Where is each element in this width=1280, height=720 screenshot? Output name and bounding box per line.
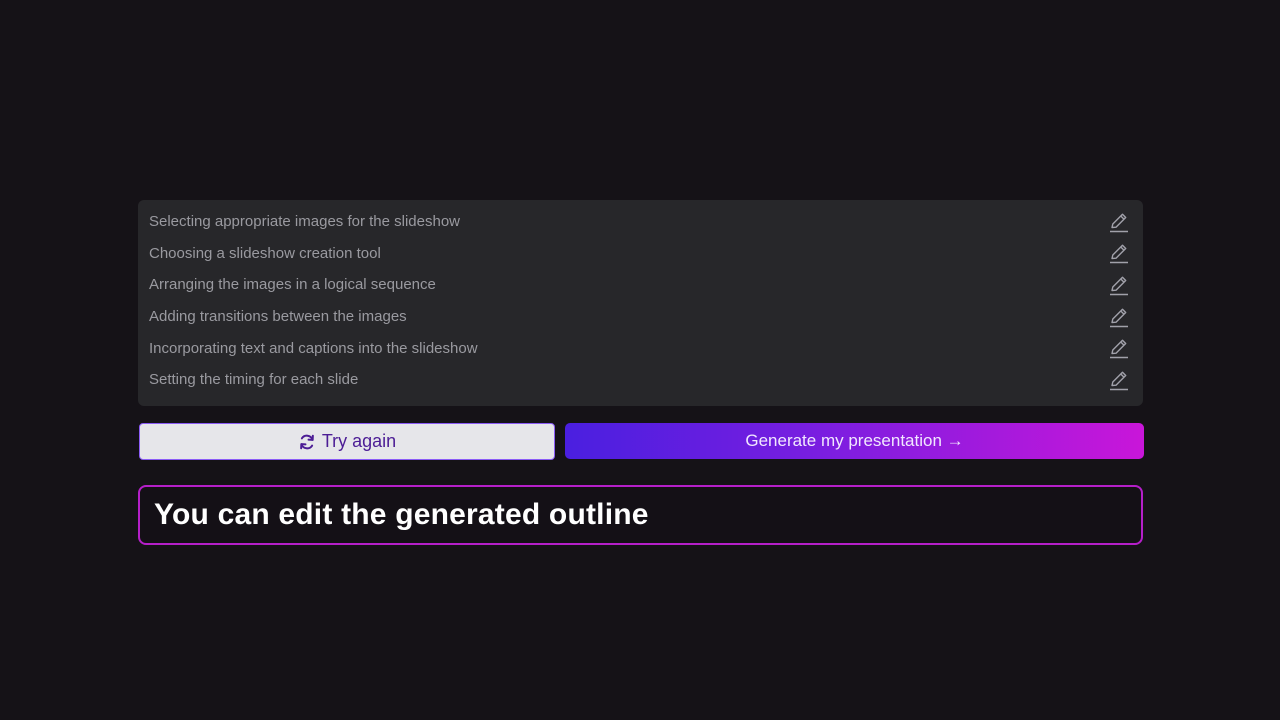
try-again-button[interactable]: Try again: [139, 423, 555, 460]
pencil-icon[interactable]: [1107, 368, 1131, 392]
app-stage: Selecting appropriate images for the sli…: [0, 0, 1280, 720]
pencil-icon[interactable]: [1107, 305, 1131, 329]
action-buttons: Try again Generate my presentation →: [139, 423, 1144, 460]
outline-item-label[interactable]: Incorporating text and captions into the…: [149, 340, 1107, 357]
pencil-icon[interactable]: [1107, 210, 1131, 234]
outline-item[interactable]: Choosing a slideshow creation tool: [138, 238, 1143, 270]
pencil-icon[interactable]: [1107, 336, 1131, 360]
generate-presentation-button[interactable]: Generate my presentation →: [565, 423, 1144, 459]
outline-item-label[interactable]: Choosing a slideshow creation tool: [149, 245, 1107, 262]
caption-text: You can edit the generated outline: [154, 498, 649, 531]
caption-banner: You can edit the generated outline: [138, 485, 1143, 545]
outline-item[interactable]: Incorporating text and captions into the…: [138, 332, 1143, 364]
outline-item[interactable]: Adding transitions between the images: [138, 301, 1143, 333]
outline-item[interactable]: Selecting appropriate images for the sli…: [138, 206, 1143, 238]
outline-item[interactable]: Arranging the images in a logical sequen…: [138, 269, 1143, 301]
outline-item-label[interactable]: Selecting appropriate images for the sli…: [149, 213, 1107, 230]
try-again-label: Try again: [321, 431, 397, 451]
outline-item-label[interactable]: Adding transitions between the images: [149, 308, 1107, 325]
outline-item-label[interactable]: Arranging the images in a logical sequen…: [149, 276, 1107, 293]
outline-panel: Selecting appropriate images for the sli…: [138, 200, 1143, 406]
pencil-icon[interactable]: [1107, 241, 1131, 265]
generate-presentation-label: Generate my presentation →: [745, 431, 964, 450]
outline-item-label[interactable]: Setting the timing for each slide: [149, 371, 1107, 388]
pencil-icon[interactable]: [1107, 273, 1131, 297]
outline-item[interactable]: Setting the timing for each slide: [138, 364, 1143, 396]
refresh-icon: [298, 433, 316, 451]
